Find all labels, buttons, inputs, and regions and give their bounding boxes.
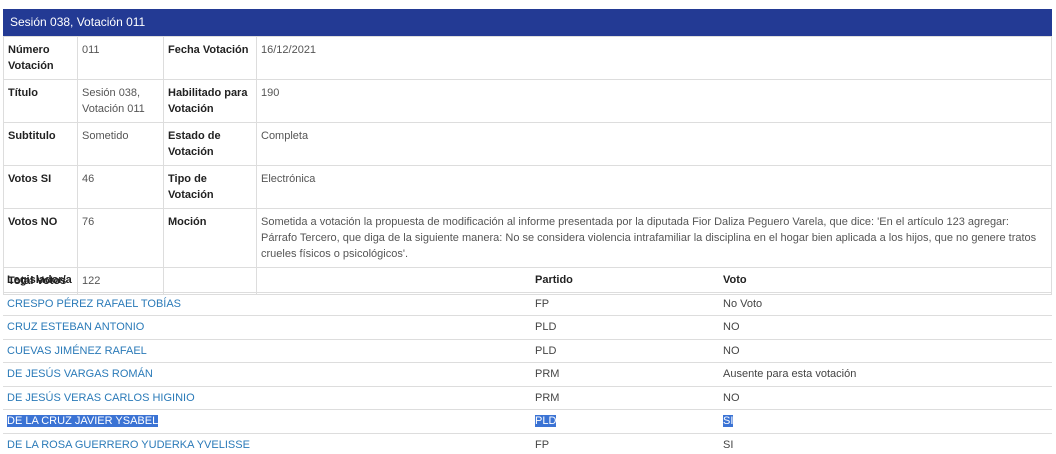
habilitado-label: Habilitado para Votación — [163, 79, 257, 123]
legislator-link[interactable]: DE JESÚS VERAS CARLOS HIGINIO — [7, 392, 195, 404]
vote-cell: NO — [719, 339, 1052, 363]
table-row-selected: DE LA CRUZ JAVIER YSABEL PLD SI — [3, 409, 1052, 434]
numero-votacion-label: Número Votación — [3, 36, 78, 80]
party-cell: PLD — [531, 339, 719, 363]
voting-session-header: Sesión 038, Votación 011 — [3, 9, 1052, 36]
table-row: CUEVAS JIMÉNEZ RAFAEL PLD NO — [3, 339, 1052, 363]
legislator-link[interactable]: DE LA CRUZ JAVIER YSABEL — [7, 415, 159, 428]
party-cell: FP — [531, 292, 719, 316]
info-row: Votos NO 76 Moción Sometida a votación l… — [3, 208, 1052, 268]
titulo-label: Título — [3, 79, 78, 123]
voting-info-table: Número Votación 011 Fecha Votación 16/12… — [3, 36, 1052, 295]
votos-no-value: 76 — [77, 208, 164, 268]
titulo-value: Sesión 038, Votación 011 — [77, 79, 164, 123]
legislator-link[interactable]: DE LA ROSA GUERRERO YUDERKA YVELISSE — [7, 439, 250, 451]
subtitulo-value: Sometido — [77, 122, 164, 166]
column-header-legislador: Legislador/a — [3, 268, 531, 293]
fecha-votacion-value: 16/12/2021 — [256, 36, 1052, 80]
header-title: Sesión 038, Votación 011 — [10, 15, 146, 29]
info-row: Número Votación 011 Fecha Votación 16/12… — [3, 36, 1052, 80]
column-header-partido: Partido — [531, 268, 719, 293]
mocion-value: Sometida a votación la propuesta de modi… — [256, 208, 1052, 268]
info-row: Votos SI 46 Tipo de Votación Electrónica — [3, 165, 1052, 209]
fecha-votacion-label: Fecha Votación — [163, 36, 257, 80]
votos-no-label: Votos NO — [3, 208, 78, 268]
legislator-link[interactable]: CRESPO PÉREZ RAFAEL TOBÍAS — [7, 298, 181, 310]
party-cell: PLD — [535, 415, 557, 428]
legislators-vote-table: Legislador/a Partido Voto CRESPO PÉREZ R… — [3, 268, 1052, 454]
habilitado-value: 190 — [256, 79, 1052, 123]
vote-cell: Ausente para esta votación — [719, 362, 1052, 387]
table-row: DE LA ROSA GUERRERO YUDERKA YVELISSE FP … — [3, 433, 1052, 454]
vote-cell: NO — [719, 386, 1052, 410]
legislator-link[interactable]: CUEVAS JIMÉNEZ RAFAEL — [7, 345, 147, 357]
info-row: Subtitulo Sometido Estado de Votación Co… — [3, 122, 1052, 166]
votos-si-value: 46 — [77, 165, 164, 209]
party-cell: PRM — [531, 362, 719, 387]
party-cell: PLD — [531, 315, 719, 340]
subtitulo-label: Subtitulo — [3, 122, 78, 166]
party-cell: FP — [531, 433, 719, 454]
tipo-votacion-value: Electrónica — [256, 165, 1052, 209]
table-row: CRESPO PÉREZ RAFAEL TOBÍAS FP No Voto — [3, 292, 1052, 316]
table-row: DE JESÚS VERAS CARLOS HIGINIO PRM NO — [3, 386, 1052, 410]
vote-cell: SI — [719, 433, 1052, 454]
legislator-link[interactable]: CRUZ ESTEBAN ANTONIO — [7, 321, 144, 333]
votos-si-label: Votos SI — [3, 165, 78, 209]
column-header-voto: Voto — [719, 268, 1052, 293]
info-row: Título Sesión 038, Votación 011 Habilita… — [3, 79, 1052, 123]
table-row: DE JESÚS VARGAS ROMÁN PRM Ausente para e… — [3, 362, 1052, 387]
estado-label: Estado de Votación — [163, 122, 257, 166]
mocion-label: Moción — [163, 208, 257, 268]
numero-votacion-value: 011 — [77, 36, 164, 80]
tipo-votacion-label: Tipo de Votación — [163, 165, 257, 209]
vote-cell: SI — [723, 415, 734, 428]
vote-cell: NO — [719, 315, 1052, 340]
table-row: CRUZ ESTEBAN ANTONIO PLD NO — [3, 315, 1052, 340]
party-cell: PRM — [531, 386, 719, 410]
table-header-row: Legislador/a Partido Voto — [3, 268, 1052, 293]
estado-value: Completa — [256, 122, 1052, 166]
vote-cell: No Voto — [719, 292, 1052, 316]
legislator-link[interactable]: DE JESÚS VARGAS ROMÁN — [7, 368, 153, 380]
